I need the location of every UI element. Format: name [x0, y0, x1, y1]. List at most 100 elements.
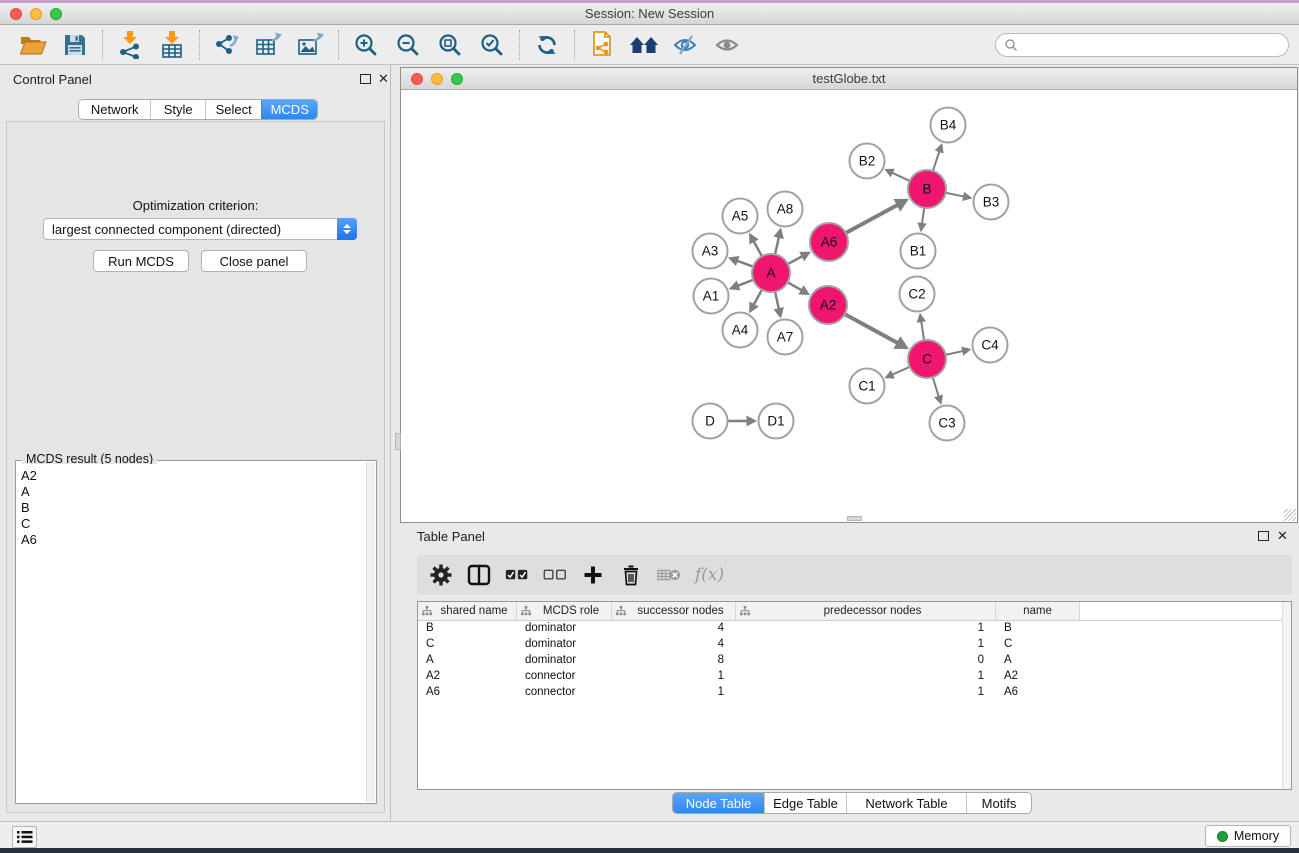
table-close-icon[interactable]: ✕ [1277, 528, 1288, 544]
table-cell[interactable]: 4 [612, 621, 736, 637]
delete-table-button[interactable] [657, 563, 681, 587]
table-cell[interactable]: 1 [736, 637, 996, 653]
network-minimize-button[interactable] [431, 73, 443, 85]
table-cell[interactable]: connector [517, 669, 612, 685]
export-network-button[interactable] [210, 29, 244, 61]
column-header-name[interactable]: name [996, 602, 1080, 620]
table-cell[interactable]: C [996, 637, 1080, 653]
table-cell[interactable]: 1 [612, 669, 736, 685]
unselect-all-columns-button[interactable] [543, 563, 567, 587]
float-panel-icon[interactable] [360, 74, 371, 84]
result-item-b[interactable]: B [21, 500, 366, 516]
table-options-button[interactable] [429, 563, 453, 587]
edge-C-C1[interactable] [892, 367, 910, 375]
import-network-button[interactable] [113, 29, 147, 61]
edge-B-B4[interactable] [933, 151, 940, 171]
import-table-button[interactable] [155, 29, 189, 61]
table-row[interactable]: Bdominator41B [418, 621, 1291, 637]
table-row[interactable]: A2connector11A2 [418, 669, 1291, 685]
network-close-button[interactable] [411, 73, 423, 85]
zoom-out-button[interactable] [391, 29, 425, 61]
table-cell[interactable]: A [996, 653, 1080, 669]
tab-motifs[interactable]: Motifs [966, 793, 1031, 813]
table-cell[interactable]: 1 [736, 685, 996, 701]
tab-style[interactable]: Style [150, 100, 205, 119]
column-header-successor-nodes[interactable]: successor nodes [612, 602, 736, 620]
table-cell[interactable]: 1 [736, 669, 996, 685]
network-maximize-button[interactable] [451, 73, 463, 85]
table-row[interactable]: A6connector11A6 [418, 685, 1291, 701]
table-cell[interactable]: 4 [612, 637, 736, 653]
close-window-button[interactable] [10, 8, 22, 20]
result-item-a2[interactable]: A2 [21, 468, 366, 484]
table-cell[interactable]: 1 [736, 621, 996, 637]
edge-A-A8[interactable] [775, 237, 779, 255]
column-header-shared-name[interactable]: shared name [418, 602, 517, 620]
table-cell[interactable]: B [418, 621, 517, 637]
edge-A-A5[interactable] [754, 241, 762, 256]
task-history-button[interactable] [12, 826, 37, 848]
table-cell[interactable]: A2 [418, 669, 517, 685]
criterion-dropdown[interactable]: largest connected component (directed) [43, 218, 357, 240]
open-session-button[interactable] [16, 29, 50, 61]
result-item-a6[interactable]: A6 [21, 532, 366, 548]
show-column-panel-button[interactable] [467, 563, 491, 587]
close-panel-button[interactable]: Close panel [201, 250, 307, 272]
table-cell[interactable]: 8 [612, 653, 736, 669]
edge-A-A6[interactable] [788, 256, 803, 264]
zoom-in-button[interactable] [349, 29, 383, 61]
edge-A-A2[interactable] [788, 282, 802, 290]
tab-select[interactable]: Select [205, 100, 262, 119]
edge-C-C2[interactable] [921, 321, 924, 340]
tab-node-table[interactable]: Node Table [673, 793, 764, 813]
table-cell[interactable]: B [996, 621, 1080, 637]
tab-network-table[interactable]: Network Table [846, 793, 966, 813]
tab-edge-table[interactable]: Edge Table [764, 793, 846, 813]
select-all-columns-button[interactable] [505, 563, 529, 587]
table-cell[interactable]: A2 [996, 669, 1080, 685]
result-item-a[interactable]: A [21, 484, 366, 500]
result-item-c[interactable]: C [21, 516, 366, 532]
table-cell[interactable]: connector [517, 685, 612, 701]
network-canvas[interactable]: B4B2BB3A5A8A6A3AB1A1A2C2A4A7C4C1CDD1C3 [401, 90, 1297, 522]
minimize-window-button[interactable] [30, 8, 42, 20]
edge-A2-C[interactable] [845, 314, 898, 343]
refresh-layout-button[interactable] [530, 29, 564, 61]
table-scrollbar[interactable] [1282, 602, 1291, 789]
edge-A-A1[interactable] [738, 280, 754, 286]
create-column-button[interactable] [581, 563, 605, 587]
edge-A-A3[interactable] [737, 261, 753, 267]
export-table-button[interactable] [252, 29, 286, 61]
resize-grip[interactable] [1284, 509, 1296, 521]
function-builder-button[interactable]: f(x) [695, 563, 724, 587]
tab-network[interactable]: Network [79, 100, 150, 119]
table-cell[interactable]: A6 [418, 685, 517, 701]
close-panel-icon[interactable]: ✕ [378, 71, 389, 87]
hide-graphics-details-button[interactable] [711, 29, 745, 61]
table-cell[interactable]: dominator [517, 637, 612, 653]
edge-A-A4[interactable] [754, 290, 762, 305]
table-row[interactable]: Cdominator41C [418, 637, 1291, 653]
home-pages-button[interactable] [627, 29, 661, 61]
table-cell[interactable]: dominator [517, 653, 612, 669]
zoom-selected-button[interactable] [475, 29, 509, 61]
table-cell[interactable]: 0 [736, 653, 996, 669]
table-cell[interactable]: A6 [996, 685, 1080, 701]
tab-mcds[interactable]: MCDS [261, 100, 317, 119]
edge-B-B2[interactable] [892, 173, 910, 181]
delete-columns-button[interactable] [619, 563, 643, 587]
edge-A6-B[interactable] [846, 205, 898, 233]
run-mcds-button[interactable]: Run MCDS [93, 250, 189, 272]
table-row[interactable]: Adominator80A [418, 653, 1291, 669]
show-graphics-details-button[interactable] [669, 29, 703, 61]
network-from-document-button[interactable] [585, 29, 619, 61]
export-image-button[interactable] [294, 29, 328, 61]
table-float-icon[interactable] [1258, 531, 1269, 541]
column-header-MCDS-role[interactable]: MCDS role [517, 602, 612, 620]
maximize-window-button[interactable] [50, 8, 62, 20]
table-cell[interactable]: dominator [517, 621, 612, 637]
result-list-scrollbar[interactable] [366, 462, 375, 802]
search-input[interactable] [1018, 36, 1288, 54]
table-cell[interactable]: 1 [612, 685, 736, 701]
table-cell[interactable]: C [418, 637, 517, 653]
